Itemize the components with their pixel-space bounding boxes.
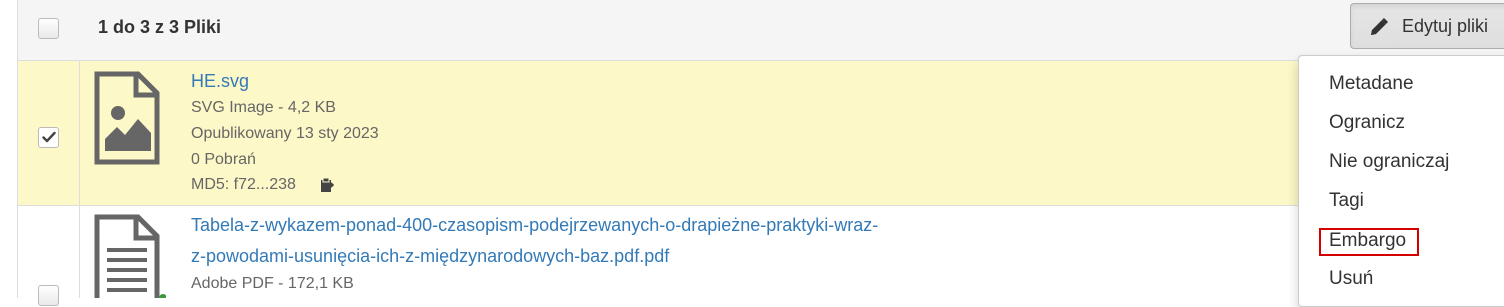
column-divider — [79, 61, 80, 205]
select-all-checkbox[interactable] — [38, 18, 59, 39]
edit-files-dropdown-menu: Metadane Ogranicz Nie ograniczaj Tagi Em… — [1298, 55, 1504, 307]
checkmark-icon — [42, 131, 56, 143]
image-file-icon[interactable] — [94, 71, 160, 165]
row-checkbox[interactable] — [38, 127, 59, 148]
edit-files-button[interactable]: Edytuj pliki — [1350, 3, 1504, 49]
file-name-link[interactable]: HE.svg — [191, 71, 249, 92]
menu-item-restrict[interactable]: Ogranicz — [1329, 112, 1405, 134]
document-file-icon[interactable] — [94, 214, 166, 298]
file-type-size: Adobe PDF - 172,1 KB — [191, 275, 354, 292]
files-table-header: 1 do 3 z 3 Pliki Edytuj pliki — [18, 0, 1504, 61]
menu-item-embargo[interactable]: Embargo — [1329, 230, 1406, 252]
pencil-icon — [1371, 18, 1388, 35]
file-type-size: SVG Image - 4,2 KB — [191, 99, 336, 116]
edit-files-label: Edytuj pliki — [1402, 16, 1489, 36]
file-md5: MD5: f72...238 — [191, 176, 296, 193]
column-divider — [79, 206, 80, 298]
menu-item-tags[interactable]: Tagi — [1329, 190, 1364, 212]
table-row: HE.svg SVG Image - 4,2 KB Opublikowany 1… — [18, 61, 1504, 206]
table-row: Tabela-z-wykazem-ponad-400-czasopism-pod… — [18, 206, 1504, 306]
file-name-link-line2[interactable]: z-powodami-usunięcia-ich-z-międzynarodow… — [191, 246, 669, 267]
file-name-link-line1[interactable]: Tabela-z-wykazem-ponad-400-czasopism-pod… — [191, 215, 878, 236]
file-count-title: 1 do 3 z 3 Pliki — [98, 17, 222, 37]
files-table: 1 do 3 z 3 Pliki Edytuj pliki HE.svg SVG… — [17, 0, 1504, 306]
row-checkbox[interactable] — [38, 285, 59, 306]
menu-item-delete[interactable]: Usuń — [1329, 268, 1373, 290]
menu-item-metadata[interactable]: Metadane — [1329, 73, 1414, 95]
copy-clipboard-icon[interactable] — [320, 177, 334, 193]
file-published-date: Opublikowany 13 sty 2023 — [191, 125, 379, 142]
menu-item-unrestrict[interactable]: Nie ograniczaj — [1329, 151, 1449, 173]
file-download-count: 0 Pobrań — [191, 151, 256, 168]
